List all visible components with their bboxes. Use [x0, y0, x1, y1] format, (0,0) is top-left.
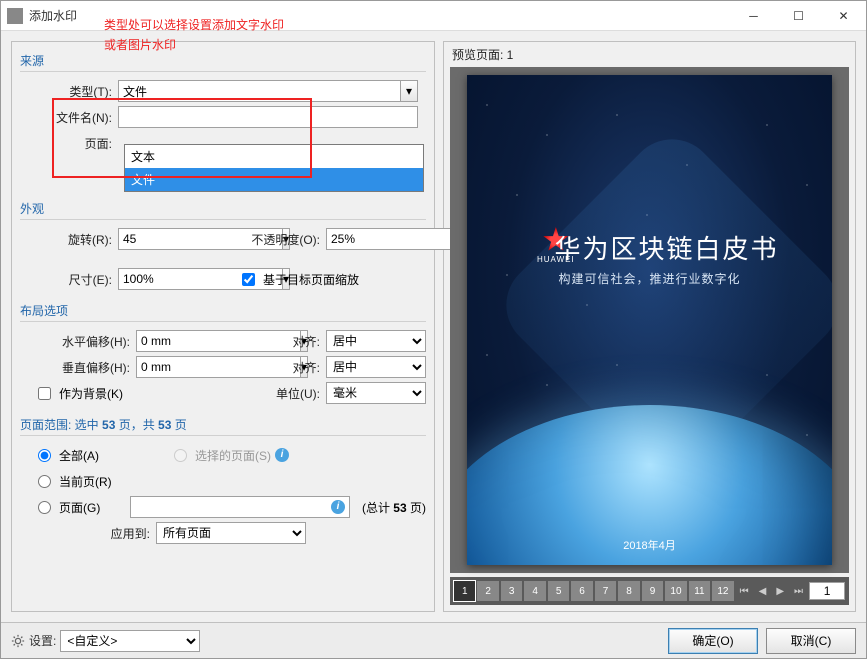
thumb[interactable]: 11: [689, 581, 710, 601]
source-page-label: 页面:: [20, 135, 112, 152]
thumb[interactable]: 2: [477, 581, 498, 601]
left-panel: 来源 类型(T): ▾ 文件名(N): 页面: 文本 文件: [11, 41, 435, 612]
type-dropdown-list: 文本 文件: [124, 144, 424, 192]
range-pages-radio[interactable]: 页面(G): [38, 499, 124, 516]
doc-title: 华为区块链白皮书: [467, 229, 832, 266]
thumb[interactable]: 10: [665, 581, 686, 601]
as-bg-checkbox[interactable]: 作为背景(K): [38, 385, 123, 402]
thumb-first-icon[interactable]: ⏮: [736, 586, 753, 597]
type-combobox[interactable]: ▾: [118, 80, 418, 102]
thumb-next-icon[interactable]: ▶: [772, 586, 788, 597]
info-icon[interactable]: i: [275, 448, 289, 462]
rotation-combo[interactable]: ▾: [118, 228, 228, 250]
settings-label: 设置:: [29, 632, 56, 649]
gear-icon: [11, 634, 25, 648]
type-input[interactable]: [118, 80, 400, 102]
voffset-combo[interactable]: ▾: [136, 356, 236, 378]
size-label: 尺寸(E):: [20, 271, 112, 288]
ok-button[interactable]: 确定(O): [668, 628, 758, 654]
add-watermark-window: 添加水印 ─ ☐ ✕ 类型处可以选择设置添加文字水印 或者图片水印 来源 类型(…: [0, 0, 867, 659]
type-label: 类型(T):: [20, 83, 112, 100]
annotation-overlay: 类型处可以选择设置添加文字水印 或者图片水印: [104, 15, 284, 55]
thumb-last-icon[interactable]: ⏭: [790, 586, 807, 597]
hoffset-combo[interactable]: ▾: [136, 330, 236, 352]
thumb[interactable]: 6: [571, 581, 592, 601]
thumb[interactable]: 3: [501, 581, 522, 601]
section-layout: 布局选项: [12, 298, 434, 321]
close-button[interactable]: ✕: [821, 1, 866, 30]
unit-select[interactable]: 毫米: [326, 382, 426, 404]
thumb[interactable]: 9: [642, 581, 663, 601]
doc-subtitle: 构建可信社会，推进行业数字化: [467, 270, 832, 287]
preview-header: 预览页面: 1: [444, 42, 855, 67]
hoffset-label: 水平偏移(H):: [20, 333, 130, 350]
align-h-select[interactable]: 居中: [326, 330, 426, 352]
chevron-down-icon[interactable]: ▾: [400, 80, 418, 102]
thumb[interactable]: 5: [548, 581, 569, 601]
apply-select[interactable]: 所有页面: [156, 522, 306, 544]
preview-page: HUAWEI 华为区块链白皮书 构建可信社会，推进行业数字化 2018年4月: [467, 75, 832, 565]
info-icon[interactable]: i: [331, 500, 345, 514]
app-icon: [7, 8, 23, 24]
filename-input[interactable]: [118, 106, 418, 128]
target-zoom-checkbox[interactable]: 基于目标页面缩放: [242, 271, 359, 288]
align-v-select[interactable]: 居中: [326, 356, 426, 378]
pages-input[interactable]: i: [130, 496, 350, 518]
footer: 设置: <自定义> 确定(O) 取消(C): [1, 622, 866, 658]
thumb[interactable]: 7: [595, 581, 616, 601]
preview-panel: 预览页面: 1 HUAWEI 华为区块链白皮书 构建可信社会，推进行业数字化 2…: [443, 41, 856, 612]
thumb[interactable]: 8: [618, 581, 639, 601]
preview-body: HUAWEI 华为区块链白皮书 构建可信社会，推进行业数字化 2018年4月: [450, 67, 849, 573]
doc-date: 2018年4月: [467, 537, 832, 553]
voffset-label: 垂直偏移(H):: [20, 359, 130, 376]
align-v-label: 对齐:: [242, 359, 320, 376]
section-appearance: 外观: [12, 196, 434, 219]
unit-label: 单位(U):: [250, 385, 320, 402]
apply-label: 应用到:: [20, 525, 150, 542]
filename-label: 文件名(N):: [20, 109, 112, 126]
thumb[interactable]: 12: [712, 581, 733, 601]
cancel-button[interactable]: 取消(C): [766, 628, 856, 654]
align-h-label: 对齐:: [242, 333, 320, 350]
thumb[interactable]: 4: [524, 581, 545, 601]
range-all-radio[interactable]: 全部(A): [38, 447, 168, 464]
window-title: 添加水印: [29, 7, 77, 24]
range-selected-radio: 选择的页面(S) i: [174, 447, 289, 464]
thumb-page-input[interactable]: [809, 582, 845, 600]
rotation-label: 旋转(R):: [20, 231, 112, 248]
settings-select[interactable]: <自定义>: [60, 630, 200, 652]
section-range: 页面范围: 选中 53 页，共 53 页: [12, 412, 434, 435]
range-current-radio[interactable]: 当前页(R): [38, 473, 112, 490]
size-combo[interactable]: ▾: [118, 268, 228, 290]
thumb-prev-icon[interactable]: ◀: [755, 586, 771, 597]
minimize-button[interactable]: ─: [731, 1, 776, 30]
opacity-combo[interactable]: ▾: [326, 228, 426, 250]
thumb[interactable]: 1: [454, 581, 475, 601]
type-option-file[interactable]: 文件: [125, 168, 423, 191]
type-option-text[interactable]: 文本: [125, 145, 423, 168]
thumbnail-strip: 1 2 3 4 5 6 7 8 9 10 11 12 ⏮ ◀ ▶ ⏭: [450, 577, 849, 605]
opacity-label: 不透明度(O):: [234, 231, 320, 248]
maximize-button[interactable]: ☐: [776, 1, 821, 30]
